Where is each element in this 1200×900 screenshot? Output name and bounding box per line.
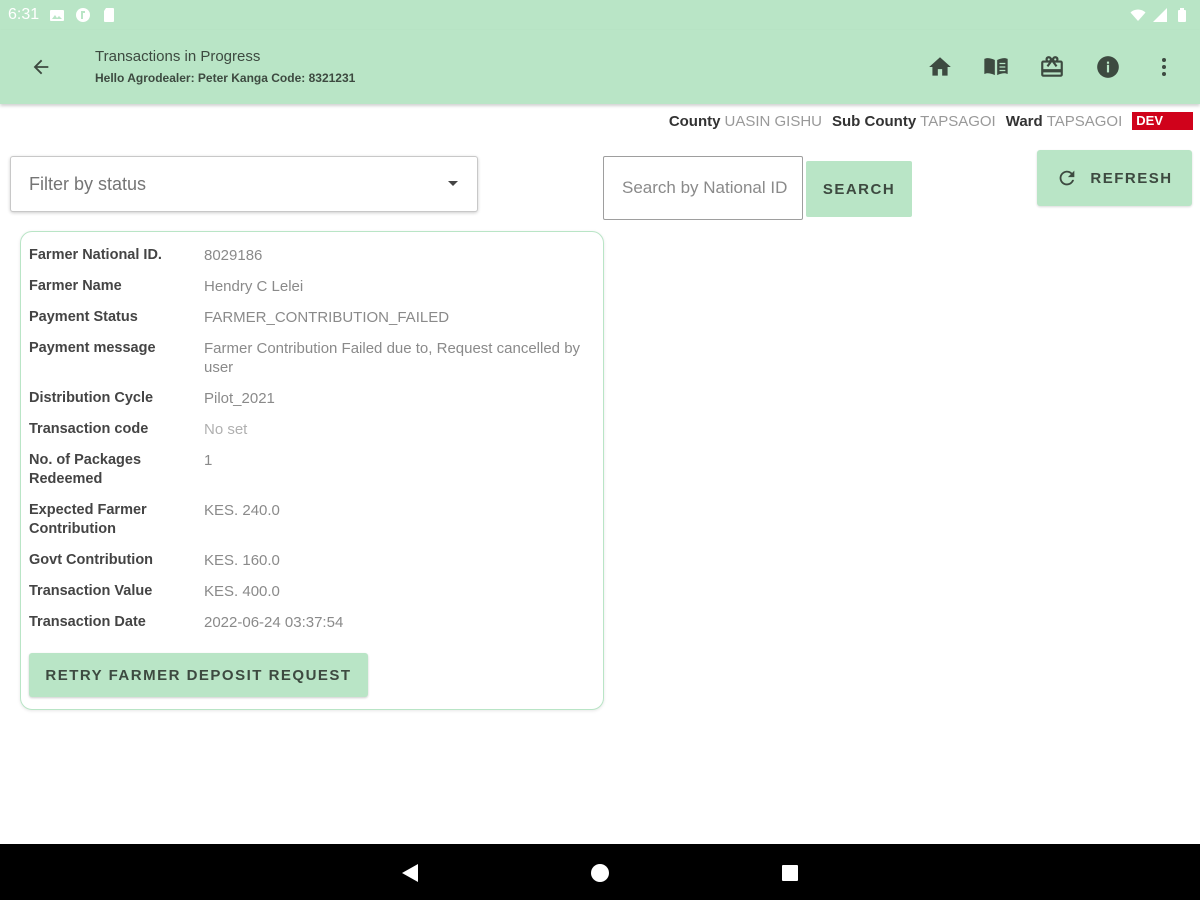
square-recents-icon [782, 865, 798, 881]
book-icon [984, 58, 1008, 76]
location-bar: County UASIN GISHU Sub County TAPSAGOI W… [669, 112, 1193, 130]
field-label: Transaction code [29, 421, 149, 437]
field-value: 2022-06-24 03:37:54 [204, 614, 344, 631]
nav-back-button[interactable] [399, 862, 421, 884]
page-title: Transactions in Progress [95, 48, 261, 65]
status-filter-dropdown[interactable]: Filter by status [10, 156, 478, 212]
field-label: Govt Contribution [29, 552, 154, 568]
home-button[interactable] [924, 51, 956, 83]
field-value: KES. 240.0 [204, 502, 280, 519]
ward-label: Ward [1005, 112, 1043, 130]
national-id-search-input[interactable] [622, 178, 787, 198]
status-bar-left: 6:31 [8, 6, 117, 24]
sd-card-icon [104, 8, 115, 22]
field-govt-contribution: Govt Contribution KES. 160.0 [29, 551, 595, 570]
ward-value: TAPSAGOI [1046, 112, 1123, 130]
gift-card-icon [1041, 56, 1063, 77]
subcounty-label: Sub County [832, 112, 917, 130]
field-payment-status: Payment Status FARMER_CONTRIBUTION_FAILE… [29, 308, 595, 327]
status-bar: 6:31 [0, 0, 1200, 30]
nav-home-button[interactable] [589, 862, 611, 884]
clock: 6:31 [8, 6, 40, 23]
field-expected-farmer-contribution: Expected Farmer Contribution KES. 240.0 [29, 501, 595, 539]
field-transaction-value: Transaction Value KES. 400.0 [29, 582, 595, 601]
field-value: KES. 160.0 [204, 552, 280, 569]
book-button[interactable] [980, 51, 1012, 83]
more-vert-icon [1162, 58, 1166, 76]
refresh-icon [1060, 170, 1075, 186]
home-icon [929, 57, 951, 76]
field-distribution-cycle: Distribution Cycle Pilot_2021 [29, 389, 595, 408]
signal-icon [1153, 8, 1167, 22]
image-icon [50, 10, 65, 21]
status-bar-right [1130, 7, 1190, 23]
field-label: Payment Status [29, 309, 138, 325]
field-label: Transaction Value [29, 583, 153, 599]
refresh-label: REFRESH [1090, 169, 1173, 187]
subcounty-value: TAPSAGOI [920, 112, 996, 130]
env-badge: DEV [1132, 112, 1193, 130]
county-label: County [668, 112, 721, 130]
field-label: Expected Farmer Contribution [29, 502, 147, 537]
app-bar-titles: Transactions in Progress Hello Agrodeale… [95, 48, 355, 85]
app-bar: Transactions in Progress Hello Agrodeale… [0, 30, 1200, 104]
field-value: No set [204, 421, 248, 438]
more-options-button[interactable] [1148, 51, 1180, 83]
field-national-id: Farmer National ID. 8029186 [29, 246, 595, 265]
field-value: Hendry C Lelei [204, 278, 304, 295]
field-value: Pilot_2021 [204, 390, 275, 407]
info-button[interactable] [1092, 51, 1124, 83]
field-farmer-name: Farmer Name Hendry C Lelei [29, 277, 595, 296]
field-label: Distribution Cycle [29, 390, 154, 406]
info-icon [1097, 56, 1119, 78]
app-icon [76, 8, 91, 22]
page-subtitle: Hello Agrodealer: Peter Kanga Code: 8321… [95, 71, 356, 85]
transaction-card: Farmer National ID. 8029186 Farmer Name … [20, 231, 604, 710]
wifi-icon [1130, 9, 1146, 21]
status-filter-placeholder: Filter by status [29, 173, 147, 194]
field-transaction-code: Transaction code No set [29, 420, 595, 439]
retry-farmer-deposit-button[interactable]: RETRY FARMER DEPOSIT REQUEST [29, 653, 368, 697]
field-value: 1 [204, 452, 213, 469]
field-label: Transaction Date [29, 614, 146, 630]
dropdown-arrow-icon [448, 181, 458, 186]
triangle-back-icon [402, 864, 418, 882]
field-label: Farmer National ID. [29, 247, 162, 263]
county-value: UASIN GISHU [724, 112, 822, 130]
field-packages-redeemed: No. of Packages Redeemed 1 [29, 451, 595, 489]
gift-card-button[interactable] [1036, 51, 1068, 83]
field-transaction-date: Transaction Date 2022-06-24 03:37:54 [29, 613, 595, 632]
system-nav-bar [0, 844, 1200, 900]
refresh-button[interactable]: REFRESH [1037, 150, 1192, 206]
field-value: Farmer Contribution Failed due to, Reque… [204, 340, 581, 376]
field-label: Payment message [29, 340, 156, 356]
field-value: KES. 400.0 [204, 583, 280, 600]
back-button[interactable] [26, 52, 56, 82]
national-id-search-field[interactable] [603, 156, 803, 220]
field-value: FARMER_CONTRIBUTION_FAILED [204, 309, 450, 326]
circle-home-icon [591, 864, 609, 882]
field-payment-message: Payment message Farmer Contribution Fail… [29, 339, 595, 377]
search-button[interactable]: SEARCH [806, 161, 912, 217]
app-bar-actions [900, 51, 1180, 83]
arrow-back-icon [33, 59, 49, 75]
battery-icon [1178, 8, 1186, 22]
field-label: No. of Packages Redeemed [29, 452, 142, 487]
field-value: 8029186 [204, 247, 263, 264]
nav-recents-button[interactable] [779, 862, 801, 884]
field-label: Farmer Name [29, 278, 122, 294]
